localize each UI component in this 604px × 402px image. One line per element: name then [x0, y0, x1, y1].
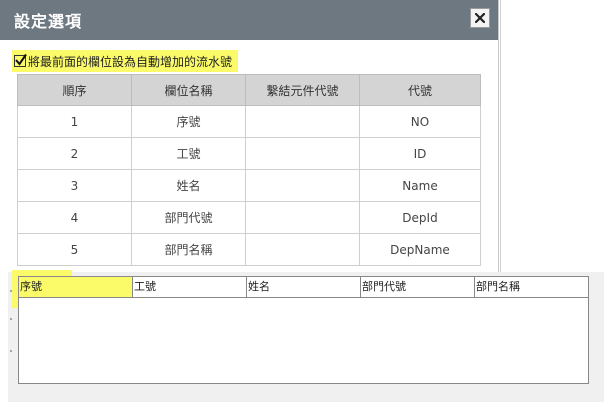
- cell-bound-component[interactable]: [245, 137, 360, 170]
- header-order[interactable]: 順序: [17, 74, 132, 106]
- cell-code[interactable]: Name: [359, 169, 481, 202]
- header-field-name[interactable]: 欄位名稱: [131, 74, 246, 106]
- cell-code[interactable]: NO: [359, 105, 481, 138]
- header-code[interactable]: 代號: [359, 74, 481, 106]
- cell-bound-component[interactable]: [245, 233, 360, 266]
- auto-increment-option[interactable]: 將最前面的欄位設為自動增加的流水號: [12, 50, 239, 72]
- cell-code[interactable]: ID: [359, 137, 481, 170]
- side-tick: [10, 350, 12, 352]
- dialog-titlebar: 設定選項: [0, 0, 498, 40]
- cell-bound-component[interactable]: [245, 105, 360, 138]
- table-row[interactable]: 5 部門名稱 DepName: [17, 233, 481, 266]
- auto-increment-checkbox[interactable]: [14, 53, 27, 67]
- cell-field-name[interactable]: 序號: [131, 105, 246, 138]
- table-row[interactable]: 2 工號 ID: [17, 137, 481, 170]
- field-table-header: 順序 欄位名稱 繫結元件代號 代號: [17, 74, 481, 106]
- cell-bound-component[interactable]: [245, 201, 360, 234]
- preview-col-name[interactable]: 姓名: [247, 277, 361, 297]
- cell-order[interactable]: 1: [17, 105, 132, 138]
- close-button[interactable]: [470, 8, 490, 28]
- cell-order[interactable]: 3: [17, 169, 132, 202]
- preview-col-depid[interactable]: 部門代號: [361, 277, 475, 297]
- side-tick: [10, 290, 12, 292]
- settings-dialog: 設定選項 將最前面的欄位設為自動增加的流水號 順序 欄位名稱 繫結元件代號 代號: [0, 0, 499, 272]
- cell-order[interactable]: 4: [17, 201, 132, 234]
- cell-field-name[interactable]: 部門代號: [131, 201, 246, 234]
- cell-field-name[interactable]: 工號: [131, 137, 246, 170]
- preview-grid-header: 序號 工號 姓名 部門代號 部門名稱: [19, 277, 588, 298]
- preview-grid[interactable]: 序號 工號 姓名 部門代號 部門名稱: [18, 276, 589, 384]
- table-row[interactable]: 1 序號 NO: [17, 105, 481, 138]
- preview-col-no[interactable]: 序號: [19, 277, 133, 297]
- window-divider: [500, 0, 501, 272]
- cell-code[interactable]: DepName: [359, 233, 481, 266]
- field-table: 順序 欄位名稱 繫結元件代號 代號 1 序號 NO 2 工號 ID 3 姓名 N…: [17, 74, 481, 266]
- header-bound-component[interactable]: 繫結元件代號: [245, 74, 360, 106]
- table-row[interactable]: 3 姓名 Name: [17, 169, 481, 202]
- cell-order[interactable]: 5: [17, 233, 132, 266]
- dialog-title: 設定選項: [14, 12, 83, 31]
- close-icon: [475, 13, 485, 23]
- cell-bound-component[interactable]: [245, 169, 360, 202]
- table-row[interactable]: 4 部門代號 DepId: [17, 201, 481, 234]
- cell-field-name[interactable]: 姓名: [131, 169, 246, 202]
- cell-code[interactable]: DepId: [359, 201, 481, 234]
- cell-order[interactable]: 2: [17, 137, 132, 170]
- preview-col-id[interactable]: 工號: [133, 277, 247, 297]
- side-tick: [10, 318, 12, 320]
- cell-field-name[interactable]: 部門名稱: [131, 233, 246, 266]
- auto-increment-label: 將最前面的欄位設為自動增加的流水號: [28, 54, 233, 69]
- preview-col-depname[interactable]: 部門名稱: [475, 277, 588, 297]
- check-icon: [15, 53, 27, 66]
